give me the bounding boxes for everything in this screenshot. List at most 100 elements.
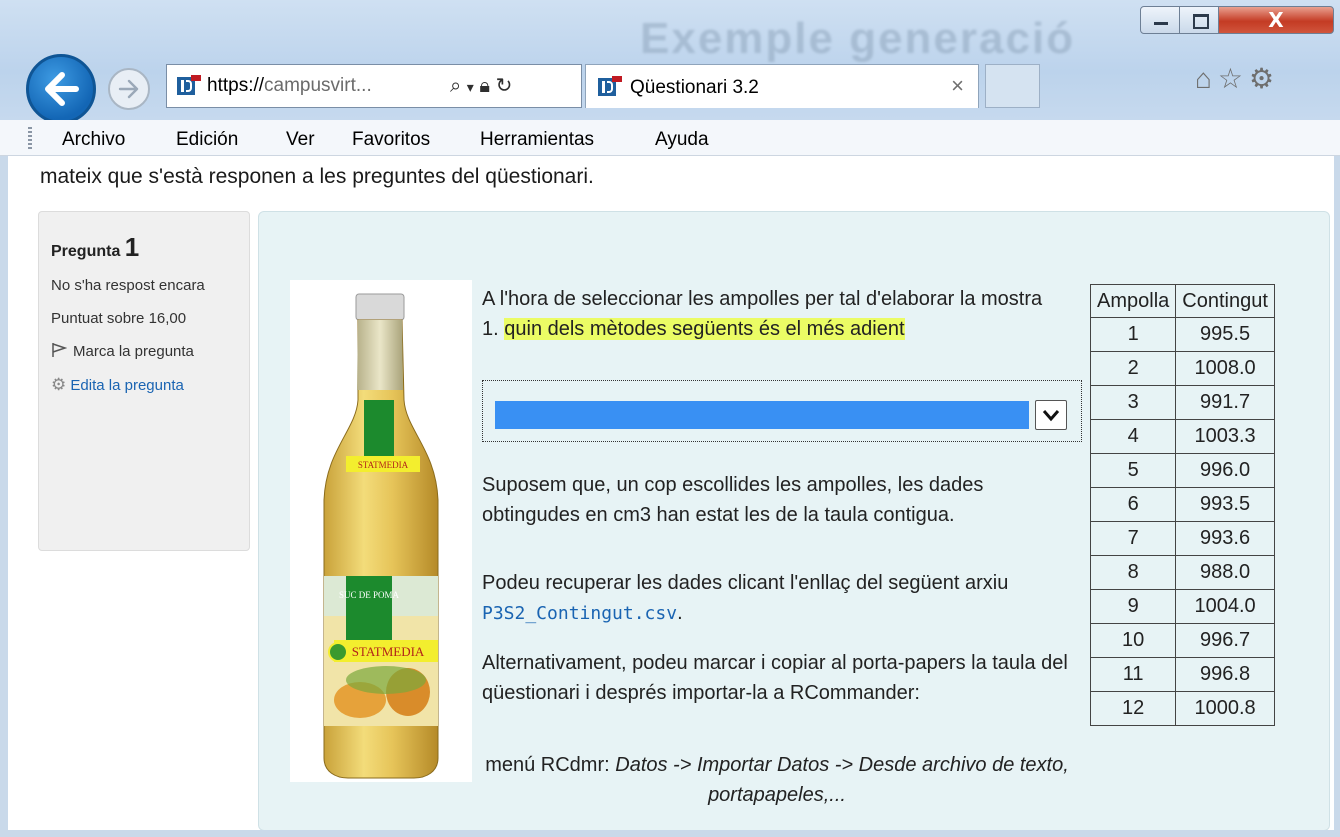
flag-label: Marca la pregunta	[73, 343, 194, 360]
cell-ampolla: 4	[1089, 419, 1177, 454]
menu-favoritos[interactable]: Favoritos	[352, 129, 430, 151]
edit-label[interactable]: Edita la pregunta	[70, 377, 183, 394]
refresh-icon[interactable]: ↻	[496, 75, 513, 97]
gear-icon[interactable]: ⚙	[1249, 63, 1280, 94]
table-row: 5 996.0	[1089, 453, 1275, 488]
lock-icon[interactable]: 🔒︎	[479, 75, 490, 97]
cell-ampolla: 1	[1089, 317, 1177, 352]
cell-ampolla: 10	[1089, 623, 1177, 658]
column-header-contingut: Contingut	[1175, 284, 1275, 318]
cell-contingut: 1000.8	[1175, 691, 1275, 726]
bottle-illustration: STATMEDIA SUC DE POMA STATMEDIA	[323, 293, 439, 779]
menu-path-text: Datos -> Importar Datos -> Desde archivo…	[615, 754, 1069, 806]
flag-question-link[interactable]: Marca la pregunta	[51, 341, 237, 362]
select-value[interactable]	[495, 401, 1029, 429]
window-frame-right	[1334, 156, 1340, 837]
url-host: campusvirt...	[264, 75, 372, 96]
table-row: 8 988.0	[1089, 555, 1275, 590]
close-window-button[interactable]: X	[1218, 6, 1334, 34]
maximize-button[interactable]	[1179, 6, 1219, 34]
menu-bar: Archivo Edición Ver Favoritos Herramient…	[0, 120, 1340, 156]
column-header-ampolla: Ampolla	[1089, 284, 1177, 318]
cell-contingut: 991.7	[1175, 385, 1275, 420]
cell-contingut: 993.5	[1175, 487, 1275, 522]
cell-contingut: 995.5	[1175, 317, 1275, 352]
answer-select[interactable]	[482, 380, 1082, 442]
download-text: Podeu recuperar les dades clicant l'enll…	[482, 572, 1009, 594]
chevron-down-icon	[1042, 410, 1060, 422]
question-number: Pregunta 1	[51, 232, 237, 263]
star-icon[interactable]: ☆	[1218, 63, 1249, 94]
bottle-brand: STATMEDIA	[352, 644, 425, 659]
table-row: 2 1008.0	[1089, 351, 1275, 386]
question-number-value: 1	[124, 232, 140, 262]
address-icons: ⌕ ▾ 🔒︎ ↻	[450, 73, 512, 98]
table-row: 7 993.6	[1089, 521, 1275, 556]
window-frame-bottom	[0, 830, 1340, 837]
home-icon[interactable]: ⌂	[1195, 63, 1218, 94]
cell-ampolla: 8	[1089, 555, 1177, 590]
table-row: 1 995.5	[1089, 317, 1275, 352]
site-favicon-icon	[177, 75, 201, 97]
forward-button[interactable]	[108, 68, 150, 110]
table-row: 4 1003.3	[1089, 419, 1275, 454]
tab-title: Qüestionari 3.2	[630, 77, 759, 98]
flag-icon	[52, 343, 67, 357]
cell-contingut: 996.7	[1175, 623, 1275, 658]
select-dropdown-button[interactable]	[1035, 400, 1067, 430]
edit-question-link[interactable]: ⚙ Edita la pregunta	[51, 374, 237, 396]
rcmdr-menu-path: menú RCdmr: Datos -> Importar Datos -> D…	[482, 750, 1072, 810]
browser-chrome: Exemple generació X https://campusvirt..…	[0, 0, 1340, 124]
address-url[interactable]: https://campusvirt...	[207, 75, 372, 97]
bottle-image: STATMEDIA SUC DE POMA STATMEDIA	[290, 280, 472, 782]
question-label: Pregunta	[51, 243, 121, 260]
paragraph-alternative: Alternativament, podeu marcar i copiar a…	[482, 652, 1068, 704]
download-end: .	[677, 602, 683, 624]
address-bar[interactable]: https://campusvirt... ⌕ ▾ 🔒︎ ↻	[166, 64, 582, 108]
close-icon: X	[1268, 8, 1284, 32]
tab-close-icon[interactable]: ×	[951, 73, 964, 99]
dropdown-icon[interactable]: ▾	[467, 79, 474, 95]
data-table: Ampolla Contingut 1 995.5 2 1008.0 3 991.7 …	[1089, 284, 1275, 726]
cell-ampolla: 12	[1089, 691, 1177, 726]
menu-ayuda[interactable]: Ayuda	[655, 129, 709, 151]
item-number: 1.	[482, 318, 499, 340]
question-status: No s'ha respost encara	[51, 277, 205, 294]
minimize-button[interactable]	[1140, 6, 1180, 34]
new-tab-button[interactable]	[985, 64, 1040, 108]
bottle-label-top: SUC DE POMA	[339, 590, 400, 600]
question-score: Puntuat sobre 16,00	[51, 310, 187, 327]
cell-ampolla: 3	[1089, 385, 1177, 420]
menu-herramientas[interactable]: Herramientas	[480, 129, 594, 151]
menu-ver[interactable]: Ver	[286, 129, 315, 151]
search-icon[interactable]: ⌕	[450, 75, 461, 97]
table-row: 11 996.8	[1089, 657, 1275, 692]
paragraph-data-description: Suposem que, un cop escollides les ampol…	[482, 474, 984, 526]
cell-ampolla: 11	[1089, 657, 1177, 692]
arrow-left-icon	[45, 72, 79, 106]
tab-favicon-icon	[598, 76, 622, 98]
cell-ampolla: 5	[1089, 453, 1177, 488]
intro-text: mateix que s'està responen a les pregunt…	[40, 165, 594, 188]
cell-contingut: 996.8	[1175, 657, 1275, 692]
question-intro: A l'hora de seleccionar les ampolles per…	[482, 288, 1043, 310]
table-row: 6 993.5	[1089, 487, 1275, 522]
question-item: 1. quin dels mètodes següents és el més …	[482, 314, 1082, 344]
window-title-ghost: Exemple generació	[640, 14, 1076, 63]
cell-ampolla: 2	[1089, 351, 1177, 386]
cell-ampolla: 7	[1089, 521, 1177, 556]
menu-grip	[28, 127, 32, 149]
menu-archivo[interactable]: Archivo	[62, 129, 125, 151]
question-text: A l'hora de seleccionar les ampolles per…	[482, 284, 1082, 344]
url-scheme: https://	[207, 75, 265, 96]
window-frame-left	[0, 156, 8, 837]
menu-edicion[interactable]: Edición	[176, 129, 238, 151]
paragraph-download: Podeu recuperar les dades clicant l'enll…	[482, 568, 1072, 629]
arrow-right-icon	[118, 79, 139, 99]
tab-questionari[interactable]: Qüestionari 3.2 ×	[585, 64, 979, 108]
back-button[interactable]	[26, 54, 96, 124]
cell-contingut: 993.6	[1175, 521, 1275, 556]
cell-contingut: 1008.0	[1175, 351, 1275, 386]
cell-ampolla: 9	[1089, 589, 1177, 624]
csv-download-link[interactable]: P3S2_Contingut.csv	[482, 603, 677, 624]
